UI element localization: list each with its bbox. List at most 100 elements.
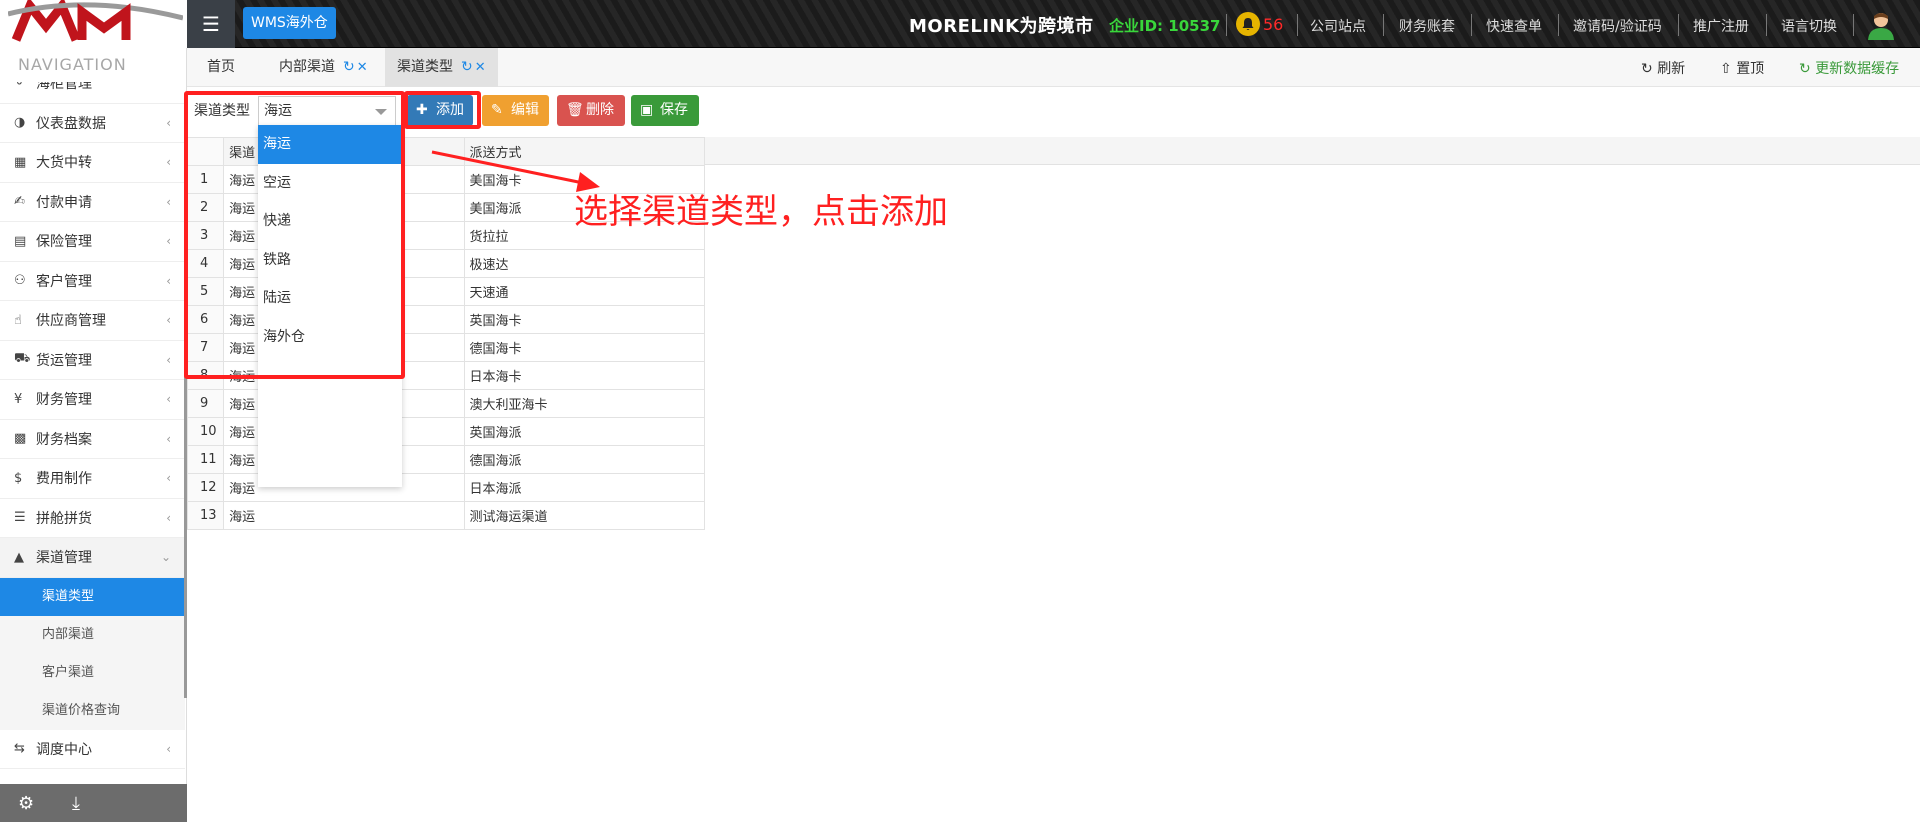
tab-label: 渠道类型: [397, 59, 453, 75]
sidebar-subitem-channel-price-query[interactable]: 渠道价格查询: [0, 691, 185, 730]
pie-chart-icon: ◑: [14, 115, 26, 131]
sidebar-item-label: 财务管理: [36, 392, 92, 409]
chevron-left-icon: ‹: [166, 741, 171, 756]
quick-track-link[interactable]: 快速查单: [1486, 16, 1542, 36]
update-cache-label: 更新数据缓存: [1815, 61, 1900, 77]
divider: [1226, 14, 1227, 36]
chevron-left-icon: ‹: [166, 155, 171, 170]
sidebar-item-label: 财务档案: [36, 431, 92, 448]
divider: [1383, 14, 1384, 36]
sidebar-item-container[interactable]: ⚬ 海柜管理: [0, 82, 185, 104]
sidebar-item-finance-archive[interactable]: ▩ 财务档案 ‹: [0, 420, 185, 459]
document-icon: ▤: [14, 233, 27, 249]
save-button[interactable]: ▣ 保存: [631, 95, 699, 126]
tab-home[interactable]: 首页: [195, 48, 247, 87]
user-avatar-icon[interactable]: [1866, 10, 1896, 40]
sidebar-item-dashboard[interactable]: ◑ 仪表盘数据 ‹: [0, 104, 185, 143]
sidebar-item-dispatch-center[interactable]: ⇆ 调度中心 ‹: [0, 730, 185, 769]
sidebar-item-label: 供应商管理: [36, 313, 106, 330]
delete-label: 删除: [586, 102, 614, 118]
sidebar-item-fee-making[interactable]: $ 费用制作 ‹: [0, 459, 185, 499]
handshake-icon: ✍: [14, 194, 25, 210]
sidebar-item-payment-request[interactable]: ✍ 付款申请 ‹: [0, 183, 185, 222]
download-icon[interactable]: ⤓: [72, 793, 80, 814]
notification-count[interactable]: 56: [1263, 15, 1283, 34]
delivery-method-cell: 极速达: [463, 249, 706, 278]
tab-channel-type[interactable]: 渠道类型 ↻ ✕: [385, 48, 498, 87]
pin-top-label: 置顶: [1736, 61, 1765, 77]
refresh-button[interactable]: ↻ 刷新: [1641, 58, 1685, 78]
company-site-link[interactable]: 公司站点: [1310, 16, 1366, 36]
sidebar-item-label: 渠道管理: [36, 550, 92, 567]
chevron-left-icon: ‹: [166, 313, 171, 328]
chevron-left-icon: ‹: [166, 471, 171, 486]
tab-internal-channel[interactable]: 内部渠道 ↻ ✕: [267, 48, 380, 87]
sidebar-item-suppliers[interactable]: ☝ 供应商管理 ‹: [0, 301, 185, 341]
sidebar-item-customers[interactable]: ⚇ 客户管理 ‹: [0, 262, 185, 301]
menu-toggle-icon[interactable]: ☰: [187, 0, 235, 48]
table-row[interactable]: 13 海运 测试海运渠道: [186, 501, 706, 530]
sidebar-item-label: 货运管理: [36, 352, 92, 369]
chevron-left-icon: ‹: [166, 115, 171, 130]
close-icon[interactable]: ✕: [357, 60, 368, 75]
sidebar-item-bulk-transfer[interactable]: ▦ 大货中转 ‹: [0, 143, 185, 183]
truck-icon: ⛟: [14, 351, 31, 367]
sidebar-item-insurance[interactable]: ▤ 保险管理 ‹: [0, 222, 185, 262]
sidebar-item-channel-management[interactable]: ▲ 渠道管理 ⌄: [0, 538, 185, 578]
chevron-left-icon: ‹: [166, 392, 171, 407]
sidebar-item-label: 费用制作: [36, 471, 92, 488]
save-label: 保存: [660, 102, 688, 118]
refresh-icon: ↻: [1641, 61, 1658, 77]
grid-header-filler: [705, 137, 1920, 165]
sidebar-footer: ⚙ ⤓: [0, 784, 187, 822]
divider: [1297, 14, 1298, 36]
tab-label: 首页: [207, 59, 235, 75]
sidebar-item-finance[interactable]: ¥ 财务管理 ‹: [0, 380, 185, 420]
delivery-method-cell: 德国海派: [463, 445, 706, 474]
delivery-method-cell: 天速通: [463, 277, 706, 306]
sidebar-item-consolidation[interactable]: ☰ 拼舱拼货 ‹: [0, 499, 185, 538]
tab-bar: 首页 内部渠道 ↻ ✕ 渠道类型 ↻ ✕ ↻ 刷新 ⇧ 置顶 ↻ 更新数据缓存: [187, 48, 1920, 87]
finance-ledger-link[interactable]: 财务账套: [1399, 16, 1455, 36]
pin-top-button[interactable]: ⇧ 置顶: [1720, 58, 1764, 78]
arrow-up-icon: ⇧: [1720, 61, 1737, 77]
sidebar-item-label: 保险管理: [36, 234, 92, 251]
divider: [1766, 14, 1767, 36]
logo: [0, 0, 187, 48]
sidebar-subitem-internal-channel[interactable]: 内部渠道: [0, 615, 185, 654]
book-icon: ▩: [14, 431, 27, 447]
enterprise-id: 企业ID: 10537: [1109, 15, 1220, 36]
annotation-box-dropdown: [184, 91, 405, 379]
delete-button[interactable]: 🗑 删除: [557, 95, 625, 126]
edit-button[interactable]: ✎ 编辑: [482, 95, 549, 126]
refresh-icon[interactable]: ↻: [461, 59, 473, 75]
sidebar-item-freight[interactable]: ⛟ 货运管理 ‹: [0, 341, 185, 380]
row-number: 10: [186, 417, 225, 446]
delivery-method-cell: 英国海卡: [463, 305, 706, 334]
update-cache-button[interactable]: ↻ 更新数据缓存: [1799, 58, 1899, 78]
refresh-label: 刷新: [1657, 61, 1686, 77]
wms-warehouse-button[interactable]: WMS海外仓: [243, 7, 336, 39]
language-switch-link[interactable]: 语言切换: [1781, 16, 1837, 36]
thumbs-up-icon: ☝: [14, 312, 22, 328]
close-icon[interactable]: ✕: [475, 60, 486, 75]
sidebar-item-label: 大货中转: [36, 155, 92, 172]
annotation-box-add: [404, 91, 481, 129]
promotion-register-link[interactable]: 推广注册: [1693, 16, 1749, 36]
enterprise-id-value: 10537: [1168, 17, 1221, 35]
sidebar-item-label: 客户管理: [36, 273, 92, 290]
sidebar-subitem-customer-channel[interactable]: 客户渠道: [0, 653, 185, 692]
sidebar-item-label: 付款申请: [36, 194, 92, 211]
row-number: 12: [186, 473, 225, 502]
sidebar-item-label: 海柜管理: [36, 82, 92, 93]
row-number: 13: [186, 501, 225, 530]
bell-icon[interactable]: [1236, 12, 1260, 36]
refresh-icon[interactable]: ↻: [343, 59, 355, 75]
nav-list: ⚬ 海柜管理 ◑ 仪表盘数据 ‹ ▦ 大货中转 ‹ ✍ 付款申请 ‹ ▤ 保险管理 ‹ ⚇ 客户管理…: [0, 82, 185, 772]
gear-icon[interactable]: ⚙: [18, 793, 34, 814]
edit-label: 编辑: [511, 102, 539, 118]
sidebar-subitem-channel-type[interactable]: 渠道类型: [0, 577, 185, 616]
chevron-left-icon: ‹: [166, 431, 171, 446]
floppy-disk-icon: ▣: [640, 102, 654, 118]
invite-code-link[interactable]: 邀请码/验证码: [1573, 16, 1662, 36]
